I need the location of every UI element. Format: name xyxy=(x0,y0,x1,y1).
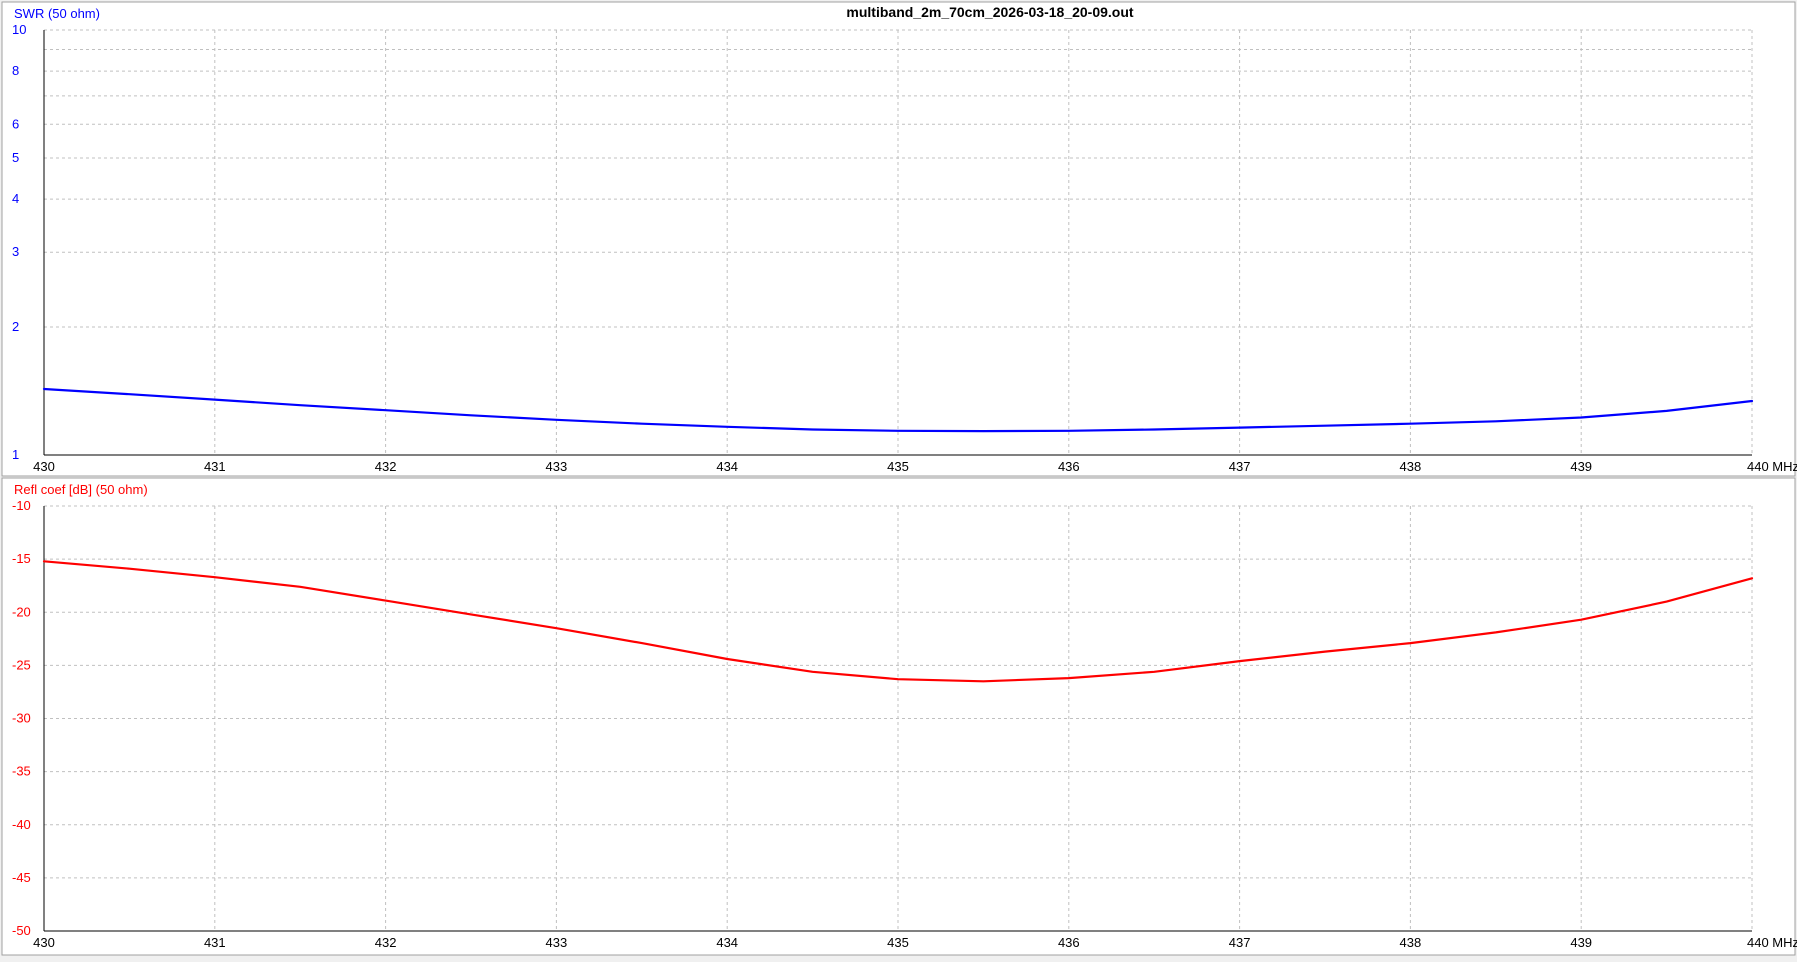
refl-y-tick-label: -25 xyxy=(12,657,31,672)
refl-x-tick-label: 438 xyxy=(1400,935,1422,950)
swr-x-tick-label: 434 xyxy=(716,459,738,474)
swr-y-tick-label: 1 xyxy=(12,447,19,462)
swr-y-tick-label: 5 xyxy=(12,150,19,165)
refl-x-tick-label: 436 xyxy=(1058,935,1080,950)
swr-x-tick-label: 439 xyxy=(1570,459,1592,474)
refl-y-tick-label: -50 xyxy=(12,923,31,938)
swr-y-tick-label: 8 xyxy=(12,63,19,78)
refl-y-tick-label: -45 xyxy=(12,870,31,885)
swr-x-tick-label: 431 xyxy=(204,459,226,474)
refl-y-tick-label: -30 xyxy=(12,711,31,726)
refl-y-tick-label: -10 xyxy=(12,498,31,513)
swr-x-tick-label: 433 xyxy=(546,459,568,474)
refl-y-tick-label: -35 xyxy=(12,764,31,779)
swr-x-tick-label: 438 xyxy=(1400,459,1422,474)
swr-x-tick-label: 440 MHz xyxy=(1747,459,1797,474)
refl-x-tick-label: 439 xyxy=(1570,935,1592,950)
swr-y-tick-label: 3 xyxy=(12,244,19,259)
refl-x-tick-label: 430 xyxy=(33,935,55,950)
swr-y-axis-label: SWR (50 ohm) xyxy=(14,6,100,21)
refl-x-tick-label: 434 xyxy=(716,935,738,950)
swr-x-tick-label: 436 xyxy=(1058,459,1080,474)
refl-y-tick-label: -20 xyxy=(12,604,31,619)
refl-x-tick-label: 431 xyxy=(204,935,226,950)
chart-title: multiband_2m_70cm_2026-03-18_20-09.out xyxy=(846,4,1133,20)
refl-y-tick-label: -15 xyxy=(12,551,31,566)
swr-x-tick-label: 432 xyxy=(375,459,397,474)
refl-x-tick-label: 432 xyxy=(375,935,397,950)
swr-x-tick-label: 435 xyxy=(887,459,909,474)
refl-x-tick-label: 440 MHz xyxy=(1747,935,1797,950)
swr-y-tick-label: 2 xyxy=(12,319,19,334)
antenna-plot-window: multiband_2m_70cm_2026-03-18_20-09.out S… xyxy=(0,0,1797,957)
swr-y-tick-label: 10 xyxy=(12,22,26,37)
swr-x-tick-label: 437 xyxy=(1229,459,1251,474)
swr-refl-chart: multiband_2m_70cm_2026-03-18_20-09.out S… xyxy=(1,1,1797,956)
swr-y-tick-label: 6 xyxy=(12,116,19,131)
refl-x-tick-label: 437 xyxy=(1229,935,1251,950)
swr-y-tick-label: 4 xyxy=(12,191,19,206)
refl-y-axis-label: Refl coef [dB] (50 ohm) xyxy=(14,482,148,497)
swr-x-tick-label: 430 xyxy=(33,459,55,474)
refl-y-tick-label: -40 xyxy=(12,817,31,832)
refl-x-tick-label: 433 xyxy=(546,935,568,950)
refl-x-tick-label: 435 xyxy=(887,935,909,950)
